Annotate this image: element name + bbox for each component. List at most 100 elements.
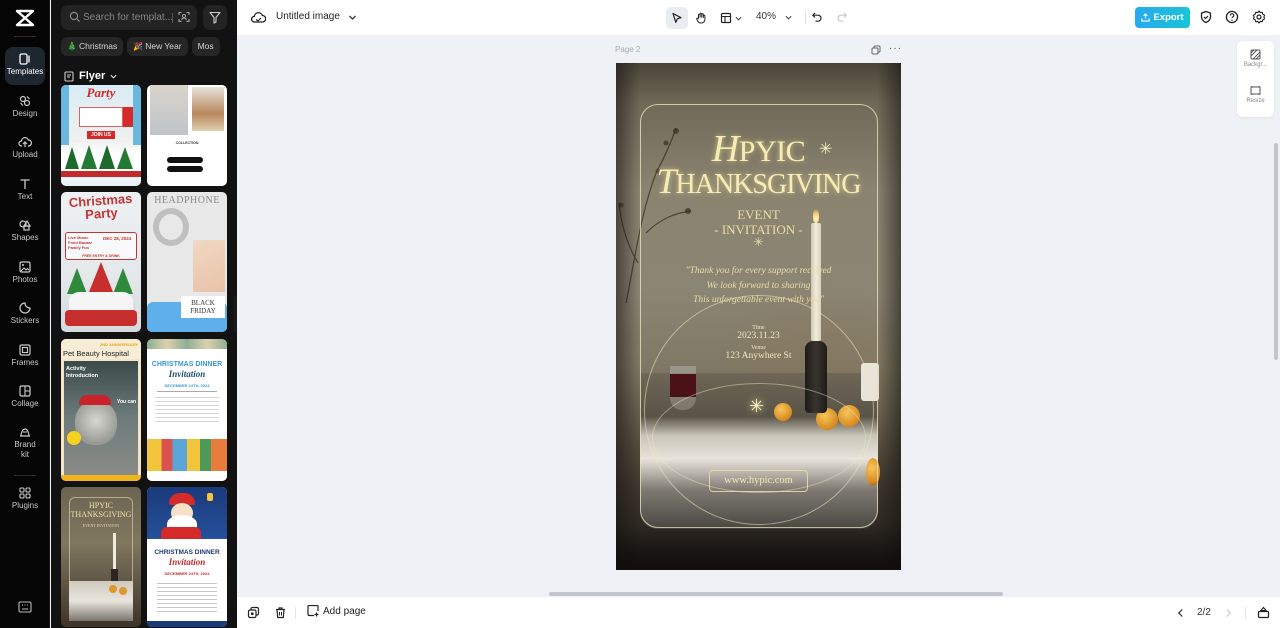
next-page-icon[interactable]: [1225, 608, 1232, 618]
sparkle-icon: ✳: [819, 141, 833, 158]
duplicate-page-icon[interactable]: [871, 45, 881, 55]
sparkle-icon: ✳: [749, 396, 765, 416]
plugins-icon: [19, 487, 31, 499]
rail-item-templates[interactable]: Templates: [5, 47, 45, 85]
template-card[interactable]: 2ND ANNIVERSARY Pet Beauty Hospital Acti…: [61, 339, 141, 481]
category-chips: 🎄 Christmas 🎉 New Year Mos: [61, 37, 224, 56]
template-card[interactable]: CHRISTMAS DINNER Invitation DECEMBER 24T…: [147, 487, 227, 627]
chip-christmas[interactable]: 🎄 Christmas: [61, 37, 124, 56]
template-search[interactable]: [61, 5, 197, 30]
category-dropdown[interactable]: Flyer: [64, 70, 117, 82]
rail-item-design[interactable]: Design: [5, 89, 45, 127]
venue-value[interactable]: 123 Anywhere St: [616, 351, 901, 361]
capcut-logo-icon[interactable]: [13, 8, 37, 28]
resize-icon: [1250, 86, 1261, 95]
chevron-down-icon: [110, 74, 117, 79]
keyboard-icon[interactable]: [18, 600, 32, 613]
layers-icon[interactable]: [247, 606, 260, 619]
flyer-icon: [64, 70, 74, 82]
template-card[interactable]: Christmas Party Live Music Food Bazaar Fam…: [61, 192, 141, 332]
stickers-icon: [19, 302, 31, 314]
event-invitation-text[interactable]: EVENT - INVITATION -: [616, 207, 901, 237]
hand-icon: [696, 12, 706, 24]
zoom-chevron-down-icon[interactable]: [785, 14, 792, 21]
rail-item-text[interactable]: Text: [5, 172, 45, 210]
resize-tool[interactable]: Resize: [1237, 81, 1274, 113]
chip-more[interactable]: Mos: [191, 37, 220, 56]
help-icon[interactable]: [1225, 10, 1239, 24]
background-tool[interactable]: Backgr...: [1237, 45, 1274, 77]
templates-icon: [19, 53, 30, 65]
zoom-level[interactable]: 40%: [756, 11, 776, 22]
layout-icon: [720, 12, 732, 24]
search-icon: [69, 11, 81, 23]
template-card[interactable]: HEADPHONE BLACK FRIDAY: [147, 192, 227, 332]
rail-item-stickers[interactable]: Stickers: [5, 296, 45, 334]
brand-kit-icon: [20, 428, 30, 437]
page-counter: 2/2: [1197, 607, 1211, 618]
poster-title-line2[interactable]: THANKSGIVING: [616, 160, 901, 202]
bottom-bar: Add page 2/2: [237, 597, 1280, 628]
vertical-scrollbar[interactable]: [1274, 143, 1278, 360]
layout-dropdown[interactable]: [717, 7, 747, 29]
add-page-button[interactable]: Add page: [307, 605, 366, 617]
collage-icon: [19, 385, 31, 397]
redo-icon[interactable]: [836, 11, 848, 23]
export-button[interactable]: Export: [1135, 7, 1190, 28]
template-card[interactable]: CHRISTMAS DINNER Invitation DECEMBER 24T…: [147, 339, 227, 481]
undo-icon[interactable]: [811, 11, 823, 23]
quote-text[interactable]: "Thank you for every support received We…: [616, 264, 901, 308]
sparkle-icon: ✳: [753, 235, 764, 249]
editor-app: Templates Design Upload Text Shapes Phot…: [0, 0, 1280, 628]
filter-icon: [209, 11, 221, 24]
template-search-input[interactable]: [83, 8, 175, 27]
rail-item-frames[interactable]: Frames: [5, 338, 45, 376]
top-bar: Untitled image 40% Export: [237, 0, 1280, 35]
left-rail: Templates Design Upload Text Shapes Phot…: [0, 0, 50, 628]
page-more-button[interactable]: ···: [889, 43, 902, 54]
collapse-panel-icon[interactable]: [1257, 606, 1270, 619]
select-tool-button[interactable]: [666, 7, 688, 29]
shield-check-icon[interactable]: [1199, 10, 1213, 24]
image-search-icon[interactable]: [178, 11, 190, 23]
settings-icon[interactable]: [1252, 10, 1266, 24]
chip-new-year[interactable]: 🎉 New Year: [127, 37, 188, 56]
time-value[interactable]: 2023.11.23: [616, 331, 901, 341]
chevron-down-icon: [735, 16, 742, 21]
rail-item-upload[interactable]: Upload: [5, 130, 45, 168]
upload-icon: [1141, 13, 1151, 22]
upload-icon: [18, 137, 32, 147]
cloud-sync-icon[interactable]: [251, 10, 266, 24]
canvas-area[interactable]: Page 2 ··· HPYIC ✳ THANKSGIVING EVENT - …: [237, 35, 1280, 597]
template-card[interactable]: COLLECTION: [147, 85, 227, 186]
trash-icon[interactable]: [274, 606, 287, 619]
pointer-icon: [672, 12, 682, 23]
text-icon: [20, 179, 30, 189]
design-page[interactable]: HPYIC ✳ THANKSGIVING EVENT - INVITATION -…: [616, 63, 901, 570]
rail-divider: [14, 475, 36, 476]
previous-page-icon[interactable]: [1177, 608, 1184, 618]
template-card[interactable]: Party JOIN US: [61, 85, 141, 186]
search-separator: [172, 13, 173, 23]
rail-item-collage[interactable]: Collage: [5, 379, 45, 417]
frames-icon: [19, 344, 31, 356]
rail-item-photos[interactable]: Photos: [5, 255, 45, 293]
website-url[interactable]: www.hypic.com: [709, 470, 808, 492]
rail-item-shapes[interactable]: Shapes: [5, 213, 45, 251]
hand-tool-button[interactable]: [690, 7, 712, 29]
horizontal-scrollbar[interactable]: [549, 592, 1003, 596]
photos-icon: [19, 261, 31, 273]
template-card[interactable]: HPYIC THANKSGIVING EVENT INVITATION: [61, 487, 141, 627]
chevron-down-icon[interactable]: [348, 13, 357, 22]
rail-item-plugins[interactable]: Plugins: [5, 481, 45, 519]
rail-divider: [14, 36, 36, 37]
design-icon: [19, 95, 31, 107]
document-title[interactable]: Untitled image: [276, 11, 340, 22]
templates-panel: 🎄Christmas🎉New YearMos Flyer Party JOIN …: [51, 0, 237, 628]
page-label: Page 2: [615, 45, 641, 54]
rail-item-brand-kit[interactable]: Brand kit: [5, 420, 45, 464]
filter-button[interactable]: [203, 5, 227, 30]
background-icon: [1250, 49, 1261, 60]
toolbar-separator: [805, 11, 806, 24]
shapes-icon: [19, 219, 32, 231]
